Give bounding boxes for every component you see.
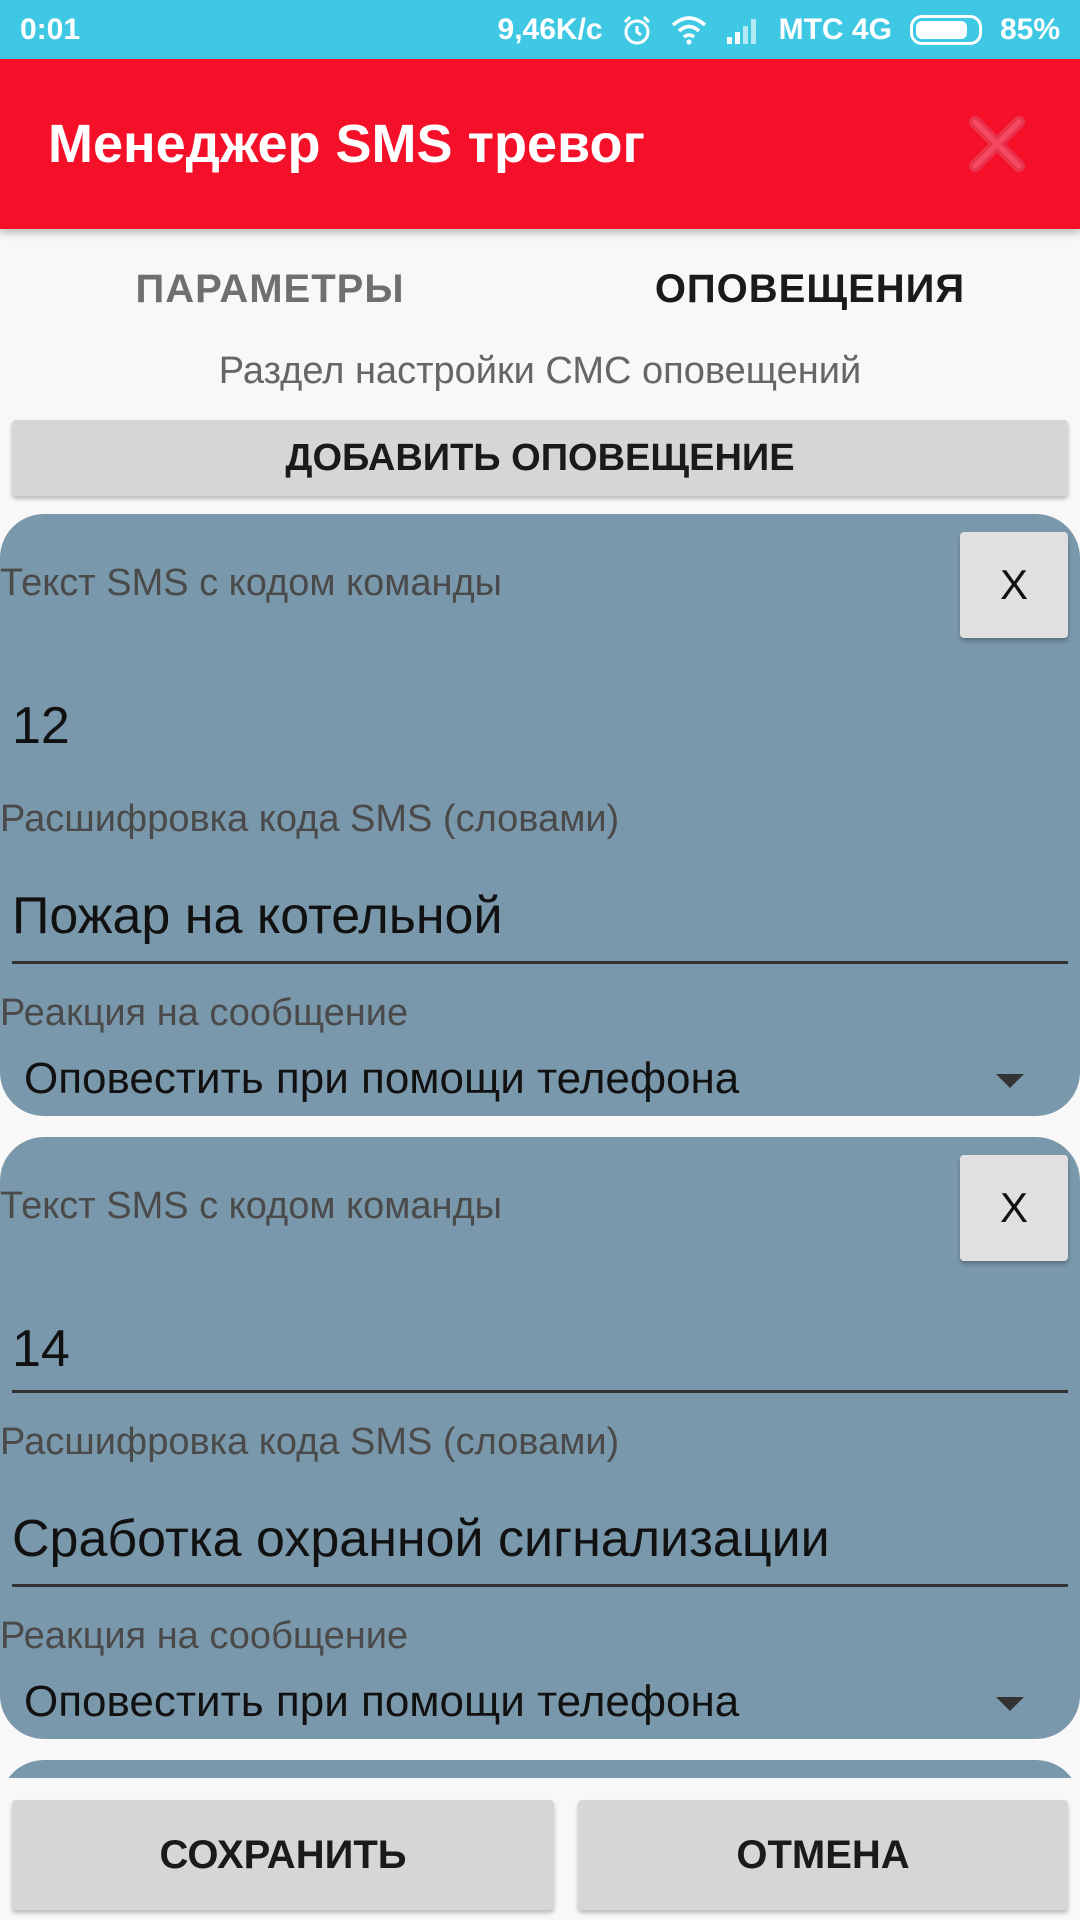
code-label: Текст SMS с кодом команды: [0, 1185, 502, 1227]
cancel-button[interactable]: ОТМЕНА: [578, 1800, 1068, 1910]
remove-alert-button[interactable]: X: [960, 532, 1068, 638]
section-caption: Раздел настройки СМС оповещений: [218, 350, 862, 392]
tab-bar: ПАРАМЕТРЫ ОПОВЕЩЕНИЯ: [0, 229, 1080, 349]
reaction-select[interactable]: Оповестить при помощи телефона: [24, 1677, 739, 1727]
reaction-label: Реакция на сообщение: [0, 1615, 409, 1657]
tab-notifications[interactable]: ОПОВЕЩЕНИЯ: [540, 229, 1080, 349]
network-speed: 9,46K/c: [497, 12, 603, 46]
reaction-label: Реакция на сообщение: [0, 992, 409, 1034]
app-bar: Менеджер SMS тревог: [0, 59, 1080, 229]
save-button[interactable]: СОХРАНИТЬ: [12, 1800, 554, 1910]
code-label: Текст SMS с кодом команды: [0, 562, 502, 604]
battery-level: 85%: [999, 12, 1060, 46]
description-input[interactable]: Сработка охранной сигнализации: [12, 1509, 1068, 1587]
remove-alert-button[interactable]: X: [960, 1155, 1068, 1261]
alert-card: Текст SMS с кодом команды X 14 Расшифров…: [0, 1137, 1080, 1739]
code-input[interactable]: 14: [12, 1319, 1068, 1393]
status-icons: 9,46K/c МТС 4G 85%: [498, 13, 1060, 47]
carrier-name: МТС 4G: [778, 12, 892, 46]
description-input[interactable]: Пожар на котельной: [12, 886, 1068, 964]
description-label: Расшифровка кода SMS (словами): [0, 798, 620, 840]
tab-parameters[interactable]: ПАРАМЕТРЫ: [0, 229, 540, 349]
battery-icon: [909, 14, 982, 45]
add-notification-button[interactable]: ДОБАВИТЬ ОПОВЕЩЕНИЕ: [12, 420, 1068, 496]
bottom-action-bar: СОХРАНИТЬ ОТМЕНА: [0, 1778, 1080, 1920]
status-bar: 0:01 9,46K/c МТС 4G 85%: [0, 0, 1080, 59]
code-input[interactable]: 12: [12, 696, 1068, 762]
alert-card: Текст SMS с кодом команды X 12 Расшифров…: [0, 514, 1080, 1116]
app-title: Менеджер SMS тревог: [48, 114, 645, 174]
signal-icon: [725, 15, 761, 45]
status-time: 0:01: [20, 12, 81, 46]
dropdown-arrow-icon[interactable]: [996, 1697, 1024, 1711]
reaction-select[interactable]: Оповестить при помощи телефона: [24, 1054, 739, 1104]
wifi-icon: [671, 15, 707, 45]
description-label: Расшифровка кода SMS (словами): [0, 1421, 620, 1463]
close-icon[interactable]: [962, 109, 1032, 179]
alarm-icon: [621, 14, 653, 46]
dropdown-arrow-icon[interactable]: [996, 1074, 1024, 1088]
